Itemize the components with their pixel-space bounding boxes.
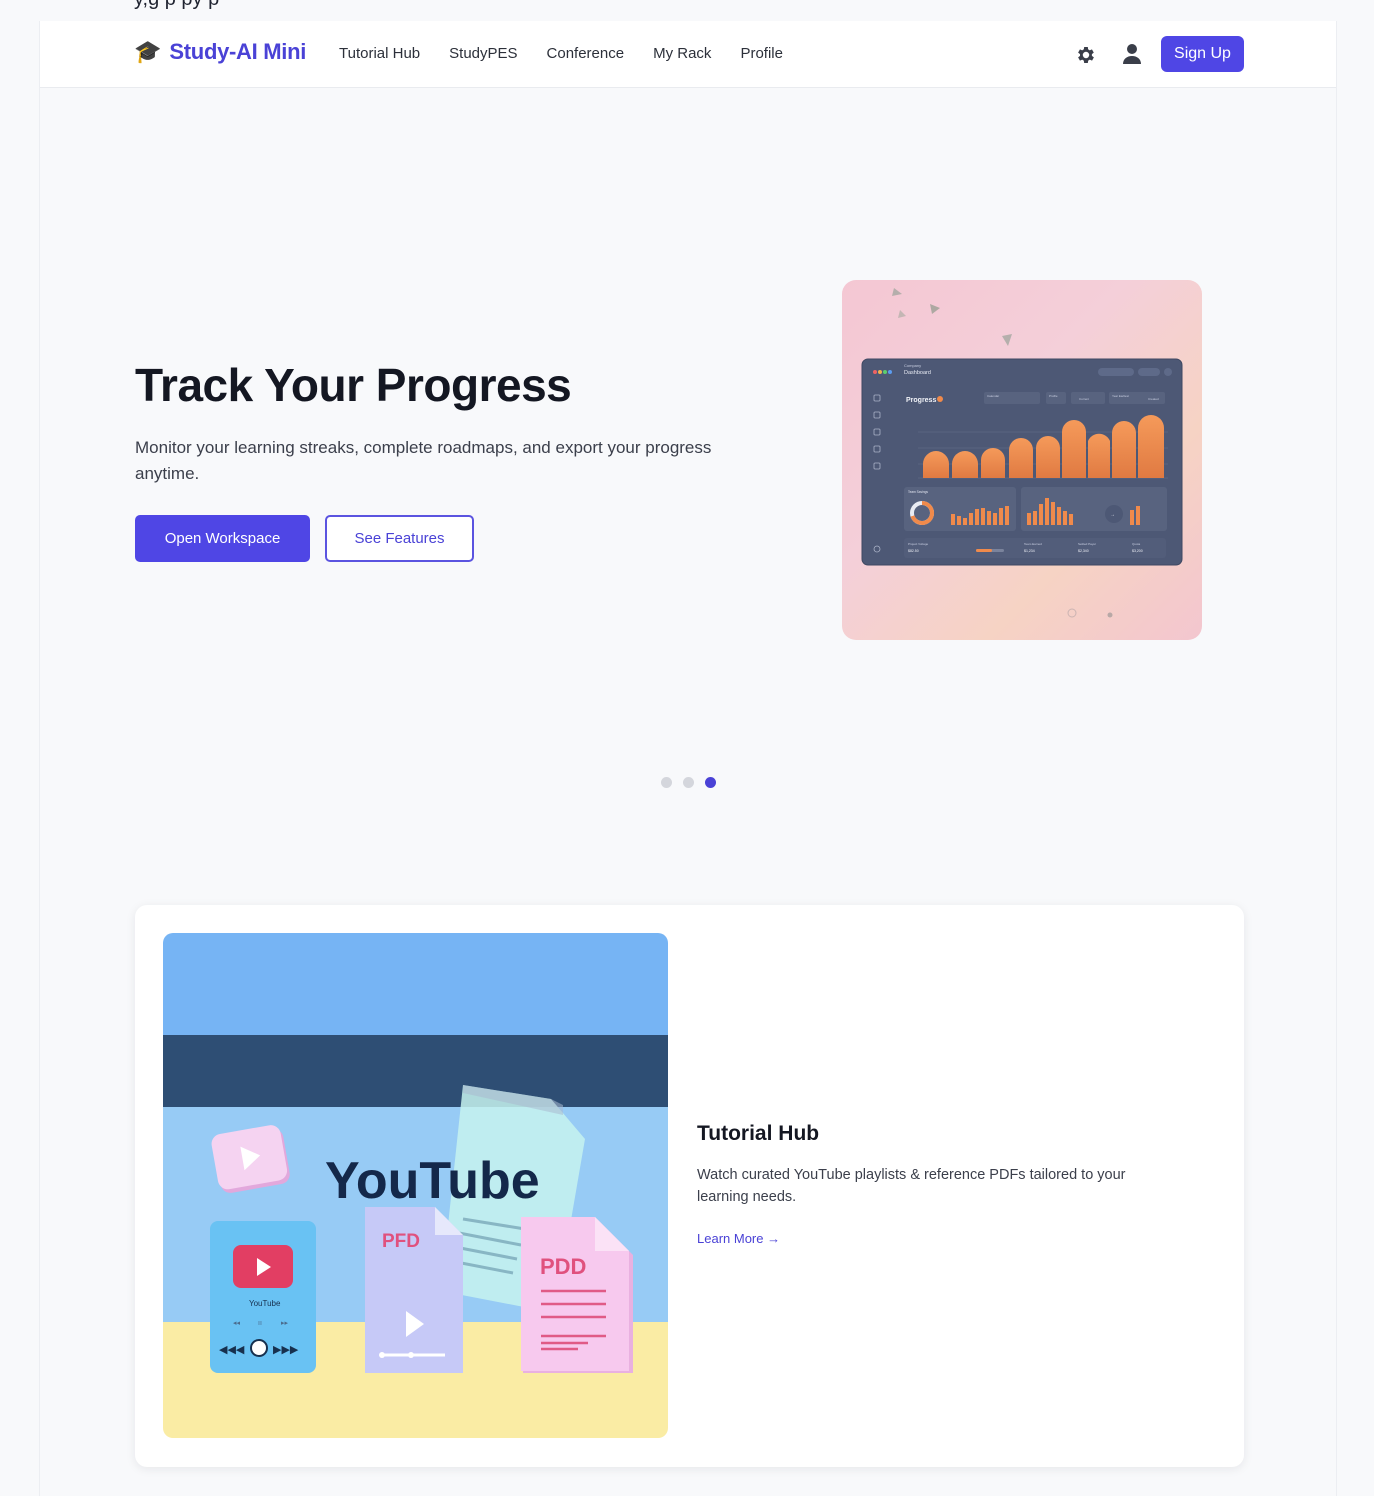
nav-link-studypes[interactable]: StudyPES xyxy=(449,45,517,62)
svg-text:$2,340: $2,340 xyxy=(1078,549,1089,553)
carousel-dot-1[interactable] xyxy=(661,777,672,788)
svg-text:$1,234: $1,234 xyxy=(1024,549,1035,553)
carousel-indicators xyxy=(661,777,716,788)
svg-text:Year Earliest: Year Earliest xyxy=(1112,394,1129,398)
dashboard-mockup-graphic: Company Dashboard Progress Calendar Prof… xyxy=(861,288,1183,618)
carousel-dot-2[interactable] xyxy=(683,777,694,788)
open-workspace-button[interactable]: Open Workspace xyxy=(135,515,310,562)
svg-text:Calendar: Calendar xyxy=(987,394,999,398)
tutorial-hub-illustration: YouTube YouTube ◂◂ ıı ▸▸ ◀◀◀ ▶▶▶ PFD PDD xyxy=(163,933,668,1438)
svg-text:$3,200: $3,200 xyxy=(1132,549,1143,553)
page-frame: 🎓 Study-AI Mini Tutorial Hub StudyPES Co… xyxy=(39,21,1337,1496)
svg-text:Project Voltage: Project Voltage xyxy=(908,542,929,546)
svg-text:Quota: Quota xyxy=(1132,542,1141,546)
youtube-pdf-graphic: YouTube YouTube ◂◂ ıı ▸▸ ◀◀◀ ▶▶▶ PFD PDD xyxy=(163,933,668,1438)
graduation-cap-icon: 🎓 xyxy=(134,39,162,64)
top-navbar: 🎓 Study-AI Mini Tutorial Hub StudyPES Co… xyxy=(40,21,1336,88)
carousel-dot-3[interactable] xyxy=(705,777,716,788)
svg-text:◀◀◀: ◀◀◀ xyxy=(219,1344,245,1356)
hero-title: Track Your Progress xyxy=(135,359,572,411)
svg-text:ıı: ıı xyxy=(258,1320,262,1327)
svg-text:Current: Current xyxy=(1079,397,1089,401)
hero-description: Monitor your learning streaks, complete … xyxy=(135,438,712,483)
svg-text:YouTube: YouTube xyxy=(325,1152,540,1210)
nav-link-my-rack[interactable]: My Rack xyxy=(653,45,711,62)
brand-name: Study-AI Mini xyxy=(169,39,307,64)
svg-text:YouTube: YouTube xyxy=(249,1299,281,1308)
see-features-button[interactable]: See Features xyxy=(325,515,474,562)
main-nav: Tutorial Hub StudyPES Conference My Rack… xyxy=(339,45,783,62)
svg-text:PFD: PFD xyxy=(382,1231,420,1252)
svg-text:Created: Created xyxy=(1148,397,1159,401)
clipped-heading-text: y,g p py p xyxy=(134,0,219,11)
svg-text:Settled Payer: Settled Payer xyxy=(1078,542,1096,546)
svg-text:Team Earned: Team Earned xyxy=(1024,542,1042,546)
brand-logo[interactable]: 🎓 Study-AI Mini xyxy=(134,39,306,65)
feature-description: Watch curated YouTube playlists & refere… xyxy=(697,1167,1126,1205)
svg-text:Profile: Profile xyxy=(1049,394,1058,398)
svg-text:◂◂: ◂◂ xyxy=(233,1320,241,1327)
feature-title: Tutorial Hub xyxy=(697,1122,820,1145)
user-icon[interactable] xyxy=(1122,43,1142,65)
svg-text:PDD: PDD xyxy=(540,1254,586,1279)
svg-text:Dashboard: Dashboard xyxy=(904,370,931,376)
svg-text:→: → xyxy=(1110,512,1115,518)
nav-link-profile[interactable]: Profile xyxy=(740,45,783,62)
svg-text:▶▶▶: ▶▶▶ xyxy=(273,1344,299,1356)
learn-more-link[interactable]: Learn More → xyxy=(697,1231,780,1246)
svg-text:$82.50: $82.50 xyxy=(908,549,919,553)
hero-dashboard-illustration: Company Dashboard Progress Calendar Prof… xyxy=(842,280,1202,640)
svg-text:Team Savings: Team Savings xyxy=(908,490,928,494)
sign-up-button[interactable]: Sign Up xyxy=(1161,36,1244,72)
svg-text:Progress: Progress xyxy=(906,397,936,404)
svg-text:▸▸: ▸▸ xyxy=(281,1320,289,1327)
nav-link-conference[interactable]: Conference xyxy=(547,45,625,62)
feature-card-tutorial-hub: YouTube YouTube ◂◂ ıı ▸▸ ◀◀◀ ▶▶▶ PFD PDD… xyxy=(135,905,1244,1467)
gear-icon[interactable] xyxy=(1075,44,1097,66)
svg-text:Company: Company xyxy=(904,363,921,368)
nav-link-tutorial-hub[interactable]: Tutorial Hub xyxy=(339,45,420,62)
